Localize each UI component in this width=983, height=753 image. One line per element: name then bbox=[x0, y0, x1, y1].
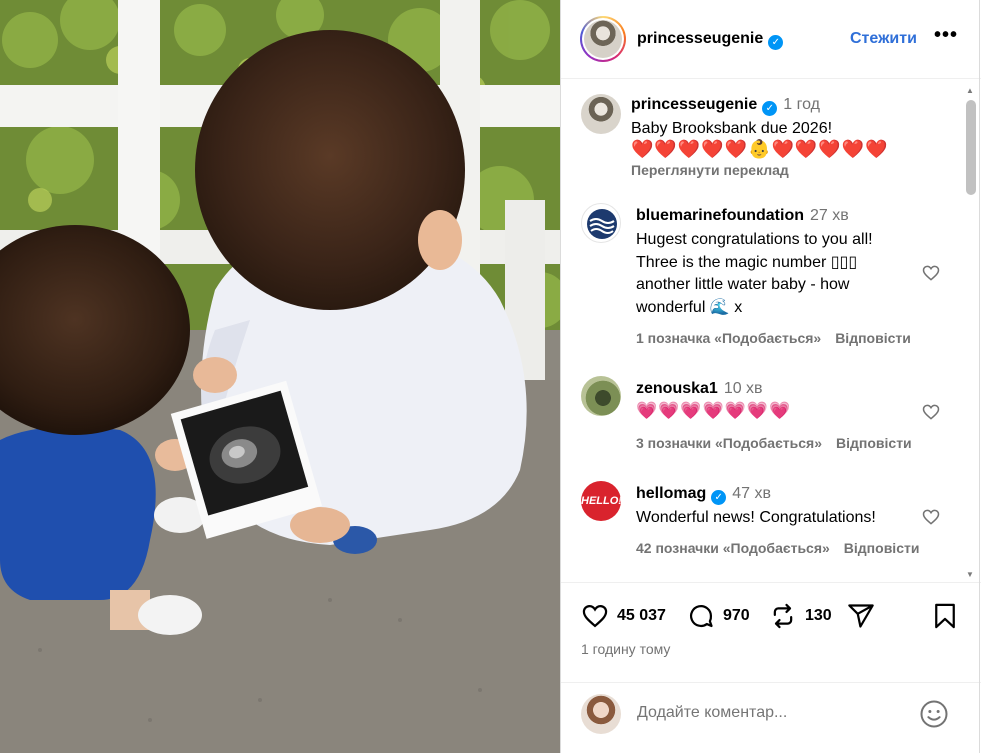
repost-button[interactable]: 130 bbox=[769, 602, 832, 630]
comment-likes-count[interactable]: 42 позначки «Подобається» bbox=[636, 540, 830, 556]
comment-like-heart-icon[interactable] bbox=[921, 507, 941, 527]
author-avatar[interactable] bbox=[580, 16, 626, 62]
wave-logo-icon bbox=[587, 209, 617, 239]
post-time[interactable]: 1 годину тому bbox=[581, 641, 670, 657]
reply-button[interactable]: Відповісти bbox=[835, 330, 911, 346]
comment-avatar-hellomag[interactable]: HELLO! bbox=[581, 481, 621, 521]
post-header: princesseugenie ✓ Стежити ••• bbox=[561, 0, 981, 79]
comment-composer bbox=[561, 682, 981, 753]
caption-text: Baby Brooksbank due 2026! bbox=[631, 120, 833, 137]
modal-border bbox=[979, 0, 980, 753]
reposts-count[interactable]: 130 bbox=[805, 607, 832, 625]
comment-text: Wonderful news! Congratulations! bbox=[636, 509, 876, 526]
save-button[interactable] bbox=[931, 602, 959, 630]
comment-like-heart-icon[interactable] bbox=[921, 402, 941, 422]
reply-button[interactable]: Відповісти bbox=[836, 435, 912, 451]
comment-meta: 3 позначки «Подобається» Відповісти bbox=[636, 435, 926, 451]
post-sidebar: princesseugenie ✓ Стежити ••• princesseug… bbox=[560, 0, 983, 753]
translate-link[interactable]: Переглянути переклад bbox=[631, 162, 803, 178]
comment-text: 💗💗💗💗💗💗💗 bbox=[636, 401, 792, 420]
author-username[interactable]: princesseugenie ✓ bbox=[637, 30, 784, 50]
reply-button[interactable]: Відповісти bbox=[844, 540, 920, 556]
follow-button[interactable]: Стежити bbox=[850, 30, 917, 48]
verified-badge-icon: ✓ bbox=[768, 35, 784, 50]
ultrasound-photo-illustration bbox=[0, 0, 560, 753]
likes-count[interactable]: 45 037 bbox=[617, 607, 666, 625]
comment-meta: 1 позначка «Подобається» Відповісти bbox=[636, 330, 925, 346]
comment-icon bbox=[690, 605, 713, 628]
scrollbar-thumb[interactable] bbox=[966, 100, 976, 195]
share-icon bbox=[848, 604, 874, 628]
verified-badge-icon: ✓ bbox=[762, 101, 778, 116]
like-button[interactable]: 45 037 bbox=[581, 602, 666, 630]
bookmark-icon bbox=[935, 603, 955, 629]
share-button[interactable] bbox=[847, 602, 875, 630]
comment-author: zenouska1 10 хв bbox=[636, 380, 763, 397]
verified-badge-icon: ✓ bbox=[711, 490, 727, 505]
comment-avatar-zenouska1[interactable] bbox=[581, 376, 621, 416]
comment-author: bluemarinefoundation 27 хв bbox=[636, 207, 849, 224]
caption-time[interactable]: 1 год bbox=[783, 96, 820, 113]
comment-avatar-bluemarine[interactable] bbox=[581, 203, 621, 243]
scroll-up-arrow-icon[interactable]: ▲ bbox=[966, 86, 974, 95]
comment-meta: 42 позначки «Подобається» Відповісти bbox=[636, 540, 933, 556]
comment-likes-count[interactable]: 3 позначки «Подобається» bbox=[636, 435, 822, 451]
repost-icon bbox=[773, 603, 793, 629]
more-icon[interactable]: ••• bbox=[934, 24, 958, 47]
emoji-icon[interactable] bbox=[919, 699, 949, 729]
current-user-avatar bbox=[581, 694, 621, 734]
post-actions: 45 037 970 130 1 годину тому bbox=[561, 582, 981, 682]
comment-likes-count[interactable]: 1 позначка «Подобається» bbox=[636, 330, 821, 346]
comments-scrollbar[interactable]: ▲ ▼ bbox=[964, 84, 978, 579]
comment-author: hellomag ✓ 47 хв bbox=[636, 485, 771, 505]
comment-input[interactable] bbox=[637, 704, 907, 722]
caption-author-avatar[interactable] bbox=[581, 94, 621, 134]
comment-text: Hugest congratulations to you all! Three… bbox=[636, 231, 873, 316]
post-photo[interactable] bbox=[0, 0, 560, 753]
comments-list[interactable]: princesseugenie ✓ 1 год Baby Brooksbank du… bbox=[561, 79, 981, 582]
caption-emoji: ❤️❤️❤️❤️❤️👶❤️❤️❤️❤️❤️ bbox=[631, 139, 889, 159]
scroll-down-arrow-icon[interactable]: ▼ bbox=[966, 570, 974, 579]
heart-icon bbox=[582, 604, 608, 628]
comment-like-heart-icon[interactable] bbox=[921, 263, 941, 283]
comments-count[interactable]: 970 bbox=[723, 607, 750, 625]
comment-button[interactable]: 970 bbox=[687, 602, 750, 630]
caption-author: princesseugenie ✓ 1 год bbox=[631, 96, 820, 116]
